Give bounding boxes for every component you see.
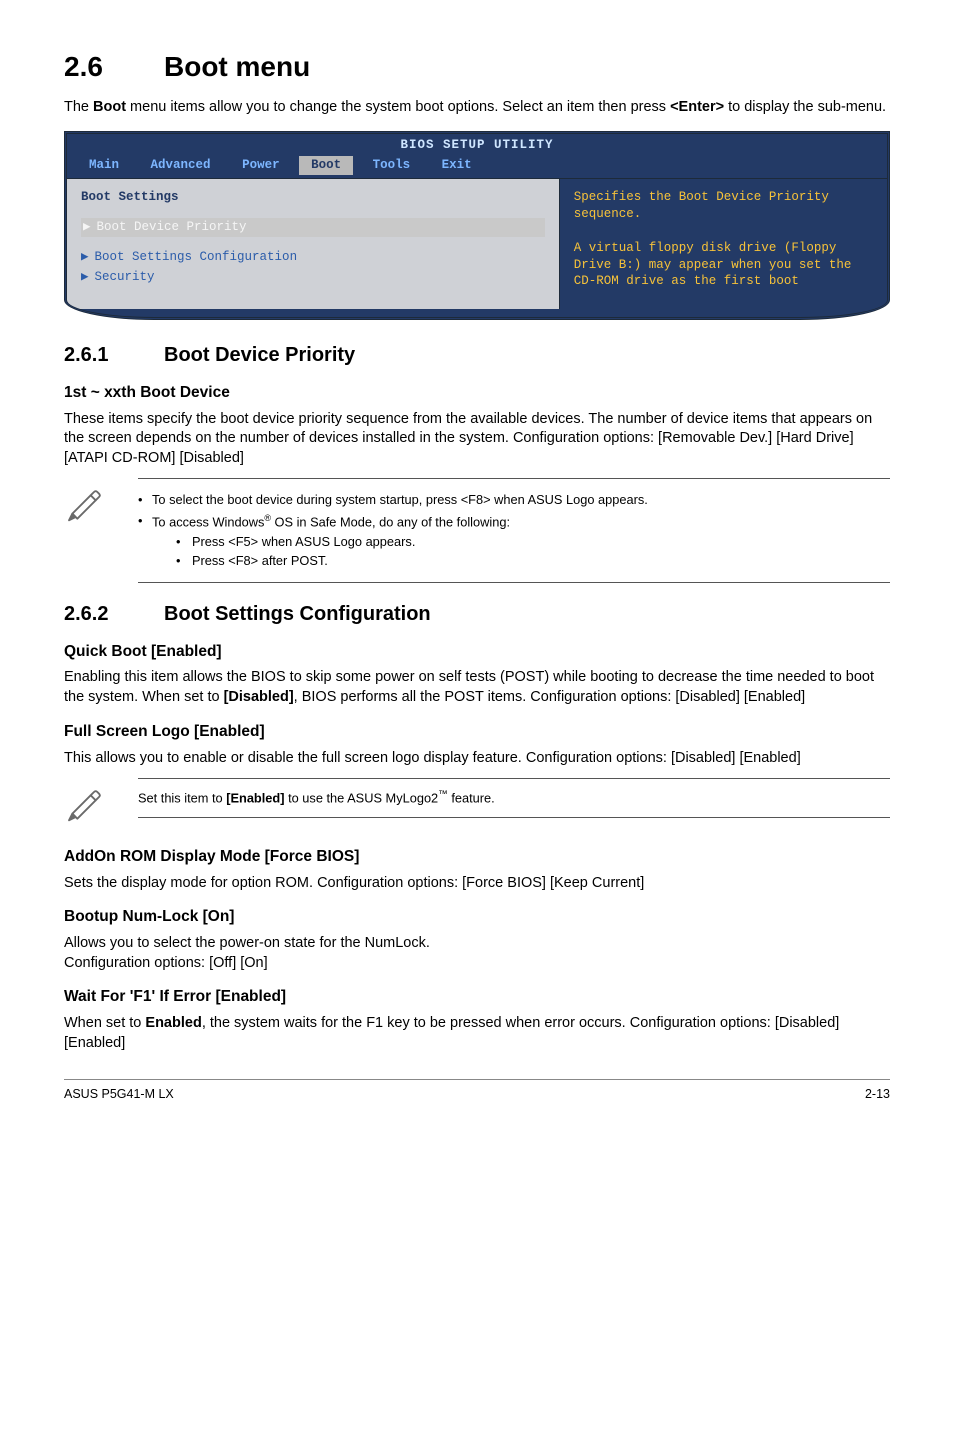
para-heading: AddOn ROM Display Mode [Force BIOS]	[64, 847, 890, 868]
bios-row-security: ▶ Security	[81, 269, 545, 286]
subsection-number: 2.6.1	[64, 342, 164, 369]
text: feature.	[448, 790, 495, 805]
body-text: Enabling this item allows the BIOS to sk…	[64, 668, 890, 707]
subsection-title: Boot Settings Configuration	[164, 603, 431, 625]
bios-row-boot-settings-config: ▶ Boot Settings Configuration	[81, 249, 545, 266]
footer-left: ASUS P5G41-M LX	[64, 1086, 174, 1103]
para-heading: Wait For 'F1' If Error [Enabled]	[64, 987, 890, 1008]
para-heading: Quick Boot [Enabled]	[64, 642, 890, 663]
body-text: Allows you to select the power-on state …	[64, 934, 890, 973]
bios-tab-main: Main	[77, 156, 131, 175]
section-title-text: Boot menu	[164, 51, 310, 82]
subsection-heading: 2.6.2Boot Settings Configuration	[64, 601, 890, 628]
bios-row-boot-device-priority: ▶ Boot Device Priority	[81, 218, 545, 237]
pencil-icon	[64, 778, 108, 829]
pencil-icon	[64, 478, 108, 529]
text-bold: Boot	[93, 99, 126, 115]
bios-row-label: Security	[95, 270, 155, 284]
text-bold: <Enter>	[670, 99, 724, 115]
section-heading: 2.6Boot menu	[64, 48, 890, 86]
body-text: When set to Enabled, the system waits fo…	[64, 1014, 890, 1053]
page-footer: ASUS P5G41-M LX 2-13	[64, 1079, 890, 1103]
text-bold: [Disabled]	[224, 689, 294, 705]
text: to use the ASUS MyLogo2	[285, 790, 439, 805]
arrow-icon: ▶	[81, 270, 89, 284]
subsection-heading: 2.6.1Boot Device Priority	[64, 342, 890, 369]
bios-tab-advanced: Advanced	[139, 156, 223, 175]
note-sub-bullet: Press <F8> after POST.	[152, 552, 890, 569]
section-number: 2.6	[64, 48, 164, 86]
section-intro: The Boot menu items allow you to change …	[64, 98, 890, 118]
text: When set to	[64, 1015, 145, 1031]
bios-tab-boot: Boot	[299, 156, 353, 175]
text: , BIOS performs all the POST items. Conf…	[294, 689, 806, 705]
bios-left-heading: Boot Settings	[81, 189, 545, 206]
note-sub-bullet: Press <F5> when ASUS Logo appears.	[152, 533, 890, 550]
bios-tab-power: Power	[230, 156, 292, 175]
note-block: To select the boot device during system …	[64, 478, 890, 582]
registered-icon: ®	[264, 513, 271, 523]
bios-row-label: Boot Settings Configuration	[95, 250, 298, 264]
text: Set this item to	[138, 790, 226, 805]
bios-header: BIOS SETUP UTILITY	[67, 134, 887, 156]
text: to display the sub-menu.	[724, 99, 886, 115]
footer-page-number: 2-13	[865, 1086, 890, 1103]
bios-tab-bar: Main Advanced Power Boot Tools Exit	[67, 156, 887, 178]
para-heading: Full Screen Logo [Enabled]	[64, 722, 890, 743]
bios-screenshot: BIOS SETUP UTILITY Main Advanced Power B…	[64, 131, 890, 319]
text: To select the boot device during system …	[152, 492, 648, 507]
trademark-icon: ™	[438, 789, 448, 800]
note-block: Set this item to [Enabled] to use the AS…	[64, 778, 890, 829]
text: To access Windows	[152, 515, 264, 530]
text-bold: Enabled	[145, 1015, 201, 1031]
text: OS in Safe Mode, do any of the following…	[271, 515, 510, 530]
note-bullet: To select the boot device during system …	[138, 491, 890, 508]
bios-window: BIOS SETUP UTILITY Main Advanced Power B…	[64, 131, 890, 319]
bios-help-pane: Specifies the Boot Device Priority seque…	[559, 179, 887, 309]
note-content: Set this item to [Enabled] to use the AS…	[138, 778, 890, 818]
para-heading: 1st ~ xxth Boot Device	[64, 383, 890, 404]
text-bold: [Enabled]	[226, 790, 284, 805]
bios-row-label: Boot Device Priority	[97, 220, 247, 234]
body-text: This allows you to enable or disable the…	[64, 749, 890, 769]
text: menu items allow you to change the syste…	[126, 99, 670, 115]
subsection-number: 2.6.2	[64, 601, 164, 628]
para-heading: Bootup Num-Lock [On]	[64, 907, 890, 928]
body-text: Sets the display mode for option ROM. Co…	[64, 874, 890, 894]
note-content: To select the boot device during system …	[138, 478, 890, 582]
bios-body: Boot Settings ▶ Boot Device Priority ▶ Boo…	[67, 178, 887, 309]
arrow-icon: ▶	[81, 250, 89, 264]
bios-left-pane: Boot Settings ▶ Boot Device Priority ▶ Boo…	[67, 179, 559, 309]
body-text: These items specify the boot device prio…	[64, 410, 890, 469]
note-bullet: To access Windows® OS in Safe Mode, do a…	[138, 512, 890, 569]
arrow-icon: ▶	[83, 220, 91, 234]
bios-tab-tools: Tools	[361, 156, 423, 175]
bios-tab-exit: Exit	[430, 156, 484, 175]
subsection-title: Boot Device Priority	[164, 344, 355, 366]
text: The	[64, 99, 93, 115]
